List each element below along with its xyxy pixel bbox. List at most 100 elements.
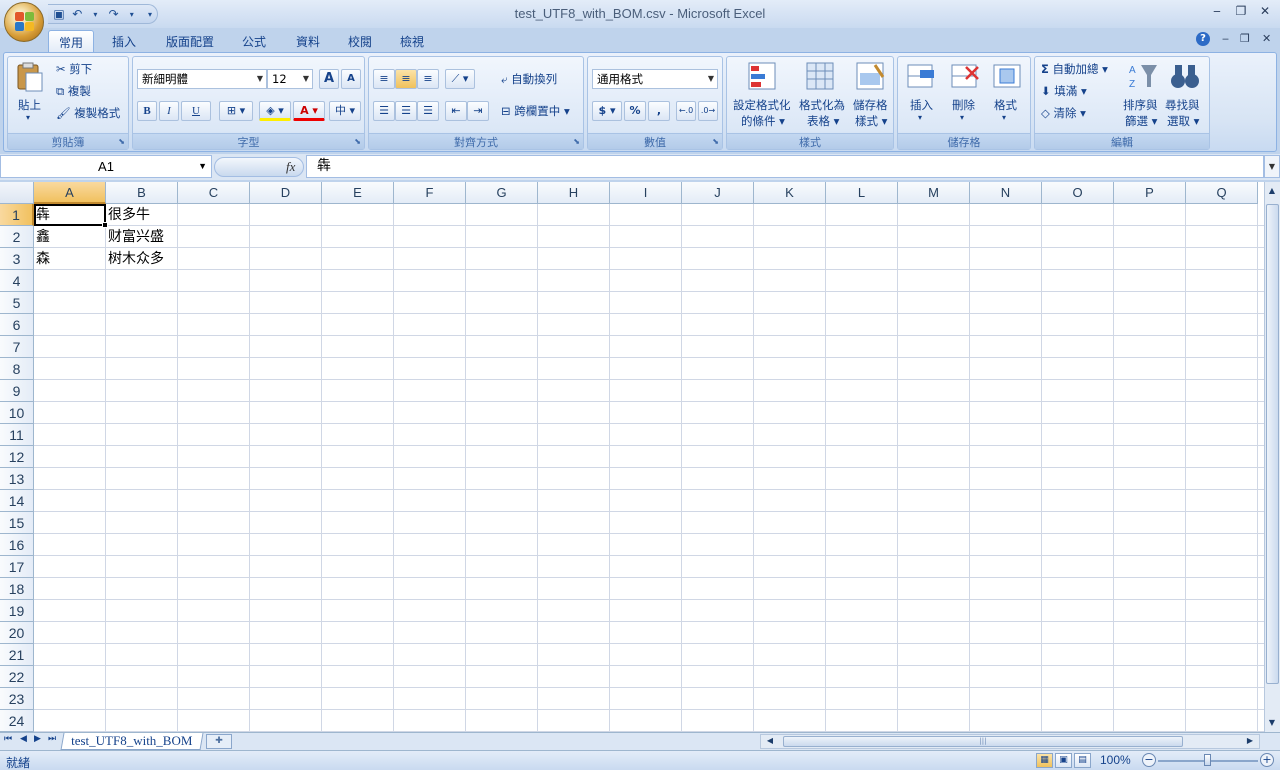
redo-dropdown-icon[interactable]: ▾: [125, 10, 139, 19]
normal-view-icon[interactable]: ▦: [1036, 753, 1053, 768]
column-header[interactable]: A: [34, 182, 106, 204]
column-header[interactable]: F: [394, 182, 466, 204]
row-header[interactable]: 9: [0, 380, 34, 402]
shrink-font-button[interactable]: A: [341, 69, 361, 89]
next-sheet-icon[interactable]: ▶: [34, 734, 41, 744]
page-layout-view-icon[interactable]: ▣: [1055, 753, 1072, 768]
insert-cells-label[interactable]: 插入: [910, 97, 933, 113]
scroll-right-icon[interactable]: ▶: [1243, 736, 1257, 745]
decrease-decimal-icon[interactable]: .0→: [698, 101, 718, 121]
formula-input[interactable]: 犇: [306, 155, 1264, 178]
column-header[interactable]: D: [250, 182, 322, 204]
orientation-icon[interactable]: ⟋ ▾: [445, 69, 475, 89]
column-header[interactable]: G: [466, 182, 538, 204]
column-header[interactable]: L: [826, 182, 898, 204]
align-right-icon[interactable]: ☰: [417, 101, 439, 121]
increase-decimal-icon[interactable]: ←.0: [676, 101, 696, 121]
conditional-format-icon[interactable]: [747, 61, 779, 91]
italic-button[interactable]: I: [159, 101, 179, 121]
vertical-scroll-thumb[interactable]: [1266, 204, 1279, 684]
row-header[interactable]: 10: [0, 402, 34, 424]
align-center-icon[interactable]: ☰: [395, 101, 417, 121]
format-table-label[interactable]: 格式化為: [799, 97, 845, 113]
tab-view[interactable]: 檢視: [390, 30, 434, 52]
tab-page-layout[interactable]: 版面配置: [156, 30, 224, 52]
ribbon-close-icon[interactable]: ✕: [1262, 32, 1271, 45]
expand-formula-bar-icon[interactable]: ▼: [1264, 155, 1280, 178]
zoom-out-icon[interactable]: −: [1142, 753, 1156, 767]
help-icon[interactable]: ?: [1196, 32, 1210, 46]
zoom-level[interactable]: 100%: [1100, 753, 1131, 767]
tab-data[interactable]: 資料: [286, 30, 330, 52]
autosum-button[interactable]: Σ 自動加總 ▾: [1041, 61, 1108, 77]
cell-styles-label-2[interactable]: 樣式 ▾: [855, 113, 887, 129]
align-top-icon[interactable]: ≡: [373, 69, 395, 89]
column-header[interactable]: C: [178, 182, 250, 204]
column-header[interactable]: I: [610, 182, 682, 204]
save-icon[interactable]: ▣: [52, 7, 66, 21]
prev-sheet-icon[interactable]: ◀: [20, 734, 27, 744]
column-header[interactable]: M: [898, 182, 970, 204]
increase-indent-icon[interactable]: ⇥: [467, 101, 489, 121]
paste-label[interactable]: 貼上: [18, 97, 41, 113]
scroll-down-icon[interactable]: ▼: [1265, 718, 1279, 727]
row-header[interactable]: 4: [0, 270, 34, 292]
borders-icon[interactable]: ⊞ ▾: [219, 101, 253, 121]
font-name-combo[interactable]: 新細明體 ▼: [137, 69, 267, 89]
tab-home[interactable]: 常用: [48, 30, 95, 52]
last-sheet-icon[interactable]: ⏭: [48, 734, 56, 744]
row-header[interactable]: 15: [0, 512, 34, 534]
format-table-icon[interactable]: [805, 61, 837, 91]
format-table-label-2[interactable]: 表格 ▾: [807, 113, 839, 129]
zoom-slider-knob[interactable]: [1204, 754, 1211, 766]
align-middle-icon[interactable]: ≡: [395, 69, 417, 89]
cell-styles-icon[interactable]: [855, 61, 887, 91]
delete-cells-dropdown-icon[interactable]: ▾: [960, 113, 964, 122]
restore-button[interactable]: ❐: [1230, 4, 1252, 18]
alignment-launcher-icon[interactable]: ⬊: [573, 137, 580, 146]
insert-sheet-icon[interactable]: ✚: [206, 734, 232, 749]
column-header[interactable]: K: [754, 182, 826, 204]
row-header[interactable]: 3: [0, 248, 34, 270]
insert-function-icon[interactable]: fx: [286, 159, 295, 175]
minimize-button[interactable]: ‒: [1206, 4, 1228, 18]
horizontal-scrollbar[interactable]: ◀ ||| ▶: [760, 734, 1260, 749]
worksheet-grid[interactable]: ABCDEFGHIJKLMNOPQ 1 2 3 4 5 6 7 8 9 10 11 12 13 14 15 1…: [0, 182, 1264, 732]
column-header[interactable]: H: [538, 182, 610, 204]
row-header[interactable]: 18: [0, 578, 34, 600]
scroll-left-icon[interactable]: ◀: [763, 736, 777, 745]
row-header[interactable]: 17: [0, 556, 34, 578]
format-painter-button[interactable]: 🖌 複製格式: [56, 105, 120, 121]
tab-review[interactable]: 校閱: [338, 30, 382, 52]
column-header[interactable]: N: [970, 182, 1042, 204]
redo-icon[interactable]: ↷: [107, 7, 121, 21]
underline-button[interactable]: U: [181, 101, 211, 121]
number-launcher-icon[interactable]: ⬊: [712, 137, 719, 146]
undo-dropdown-icon[interactable]: ▾: [88, 10, 102, 19]
ribbon-restore-icon[interactable]: ❐: [1240, 32, 1250, 45]
column-header[interactable]: J: [682, 182, 754, 204]
row-header[interactable]: 13: [0, 468, 34, 490]
find-select-label[interactable]: 尋找與: [1165, 97, 1200, 113]
fill-color-icon[interactable]: ◈ ▾: [259, 101, 291, 121]
bold-button[interactable]: B: [137, 101, 157, 121]
tab-formulas[interactable]: 公式: [232, 30, 276, 52]
conditional-format-label-2[interactable]: 的條件 ▾: [741, 113, 785, 129]
name-box[interactable]: A1 ▼: [0, 155, 212, 178]
row-header[interactable]: 6: [0, 314, 34, 336]
row-header[interactable]: 22: [0, 666, 34, 688]
row-header[interactable]: 12: [0, 446, 34, 468]
currency-button[interactable]: $ ▾: [592, 101, 622, 121]
clipboard-launcher-icon[interactable]: ⬊: [118, 137, 125, 146]
paste-icon[interactable]: [14, 61, 46, 92]
page-break-view-icon[interactable]: ▤: [1074, 753, 1091, 768]
phonetic-button[interactable]: 中 ▾: [329, 101, 361, 121]
font-color-button[interactable]: A ▾: [293, 101, 325, 121]
comma-button[interactable]: ,: [648, 101, 670, 121]
align-left-icon[interactable]: ☰: [373, 101, 395, 121]
insert-cells-icon[interactable]: [906, 61, 938, 91]
column-header[interactable]: B: [106, 182, 178, 204]
wrap-text-button[interactable]: ⤶ 自動換列: [501, 71, 557, 87]
zoom-in-icon[interactable]: +: [1260, 753, 1274, 767]
format-cells-icon[interactable]: [992, 61, 1024, 91]
